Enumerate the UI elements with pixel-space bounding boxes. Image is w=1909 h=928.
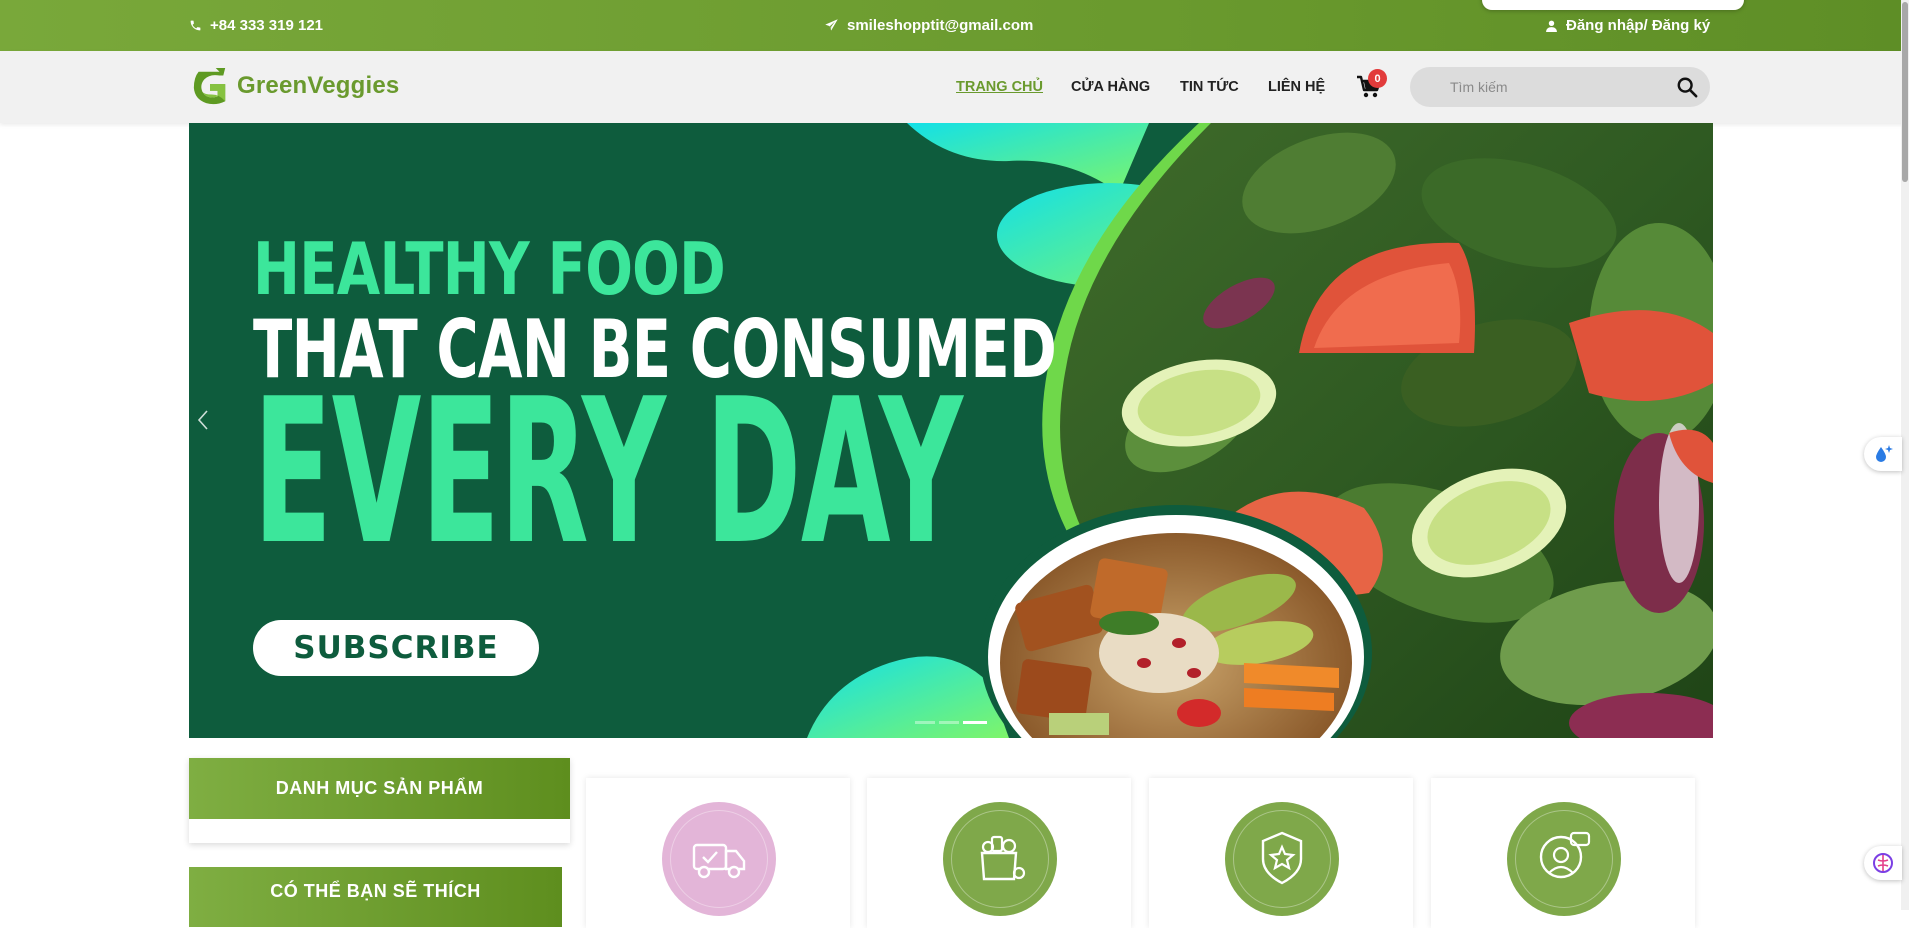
main-header: GreenVeggies TRANG CHỦ CỬA HÀNG TIN TỨC … bbox=[0, 51, 1909, 123]
feature-card-grocery bbox=[867, 778, 1131, 928]
subscribe-button[interactable]: SUBSCRIBE bbox=[253, 620, 539, 676]
grocery-bag-icon bbox=[980, 835, 1026, 881]
chevron-left-icon[interactable] bbox=[193, 405, 213, 435]
paper-plane-icon bbox=[825, 19, 838, 31]
feature-circle bbox=[662, 802, 776, 916]
site-logo[interactable]: GreenVeggies bbox=[191, 66, 399, 106]
search-icon[interactable] bbox=[1676, 76, 1698, 98]
customer-support-icon bbox=[1539, 831, 1591, 879]
email-contact[interactable]: smileshopptit@gmail.com bbox=[824, 0, 1033, 51]
nav-news[interactable]: TIN TỨC bbox=[1180, 79, 1239, 95]
dropdown-popup-edge bbox=[1482, 0, 1744, 10]
search-input[interactable] bbox=[1450, 67, 1650, 107]
brain-icon bbox=[1873, 853, 1893, 873]
feature-card-quality bbox=[1149, 778, 1413, 928]
feature-circle bbox=[1225, 802, 1339, 916]
you-may-like-title: CÓ THỂ BẠN SẼ THÍCH bbox=[189, 867, 562, 927]
user-icon bbox=[1546, 20, 1557, 32]
feature-circle bbox=[1507, 802, 1621, 916]
product-categories-title[interactable]: DANH MỤC SẢN PHẨM bbox=[189, 758, 570, 819]
carousel-indicators bbox=[915, 721, 987, 724]
floating-ai-button[interactable] bbox=[1864, 846, 1902, 880]
hero-banner[interactable]: HEALTHY FOOD THAT CAN BE CONSUMED EVERY … bbox=[189, 123, 1713, 738]
logo-g-icon bbox=[193, 67, 226, 105]
banner-line-1: HEALTHY FOOD bbox=[253, 227, 726, 311]
carousel-dot-1[interactable] bbox=[915, 721, 935, 724]
nav-shop[interactable]: CỬA HÀNG bbox=[1071, 79, 1150, 95]
carousel-dot-2[interactable] bbox=[939, 721, 959, 724]
carousel-dot-3[interactable] bbox=[963, 721, 987, 724]
phone-number: +84 333 319 121 bbox=[210, 17, 324, 34]
feature-card-support bbox=[1431, 778, 1695, 928]
quality-badge-icon bbox=[1261, 831, 1303, 885]
login-register-label: Đăng nhập/ Đăng ký bbox=[1566, 17, 1711, 34]
search-box bbox=[1410, 67, 1710, 107]
scrollbar-thumb[interactable] bbox=[1902, 2, 1908, 182]
phone-icon bbox=[190, 20, 201, 31]
nav-contact[interactable]: LIÊN HỆ bbox=[1268, 79, 1325, 95]
product-categories-panel: DANH MỤC SẢN PHẨM bbox=[189, 758, 570, 843]
feature-card-delivery bbox=[586, 778, 850, 928]
cart-count-badge: 0 bbox=[1368, 69, 1387, 88]
banner-line-3: EVERY DAY bbox=[253, 356, 963, 589]
floating-assistant-button[interactable] bbox=[1864, 437, 1902, 471]
nav-home[interactable]: TRANG CHỦ bbox=[956, 79, 1043, 95]
feature-circle bbox=[943, 802, 1057, 916]
sparkle-drop-icon bbox=[1876, 445, 1893, 462]
phone-contact[interactable]: +84 333 319 121 bbox=[189, 0, 323, 51]
email-address: smileshopptit@gmail.com bbox=[847, 17, 1034, 34]
delivery-truck-icon bbox=[692, 843, 746, 879]
logo-text: GreenVeggies bbox=[237, 72, 400, 99]
